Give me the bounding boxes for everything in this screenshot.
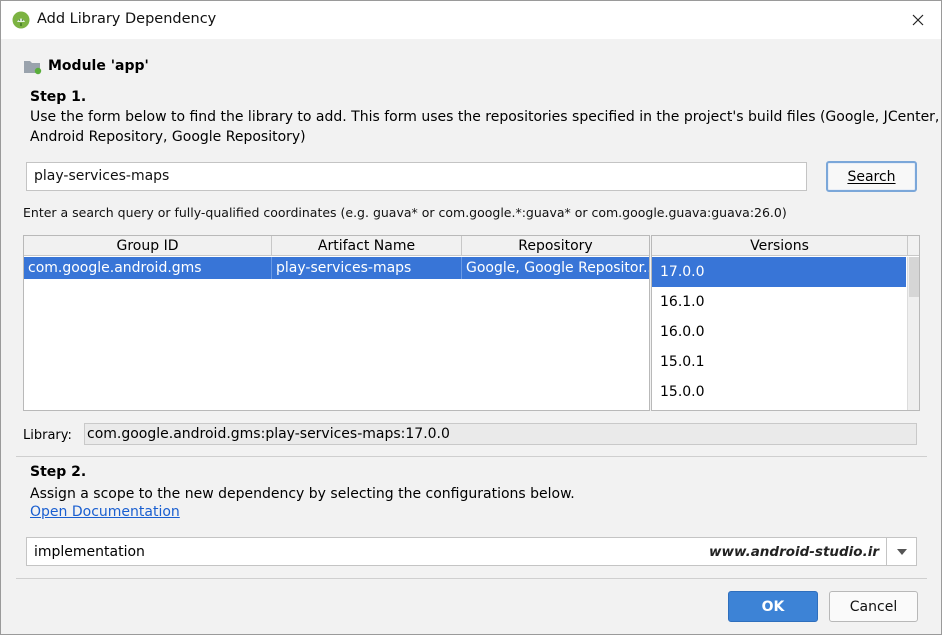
column-header-repository[interactable]: Repository — [462, 236, 649, 256]
search-hint: Enter a search query or fully-qualified … — [23, 205, 787, 220]
cell-artifact-name: play-services-maps — [272, 257, 462, 279]
module-label: Module 'app' — [48, 58, 149, 74]
column-header-group-id[interactable]: Group ID — [24, 236, 272, 256]
android-studio-icon — [12, 11, 30, 29]
window-title: Add Library Dependency — [37, 11, 217, 27]
footer-divider — [16, 578, 927, 579]
step1-description-line1: Use the form below to find the library t… — [30, 109, 940, 125]
scope-value: implementation — [34, 544, 145, 560]
scope-dropdown[interactable]: implementation www.android-studio.ir — [26, 537, 917, 566]
version-item[interactable]: 15.0.1 — [652, 347, 906, 377]
step2-title: Step 2. — [30, 464, 87, 480]
dialog-window: Add Library Dependency Module 'app' Step… — [0, 0, 942, 635]
library-label: Library: — [23, 428, 72, 443]
cell-repository: Google, Google Repositor... — [466, 260, 649, 276]
search-button-label: Search — [847, 168, 896, 185]
search-button[interactable]: Search — [826, 161, 917, 192]
step2-description: Assign a scope to the new dependency by … — [30, 486, 575, 502]
versions-header[interactable]: Versions — [652, 236, 907, 256]
results-table-header: Group ID Artifact Name Repository — [24, 236, 649, 256]
versions-scrollbar[interactable] — [907, 257, 919, 410]
cell-group-id: com.google.android.gms — [24, 257, 272, 279]
close-icon[interactable] — [903, 5, 933, 35]
chevron-down-icon[interactable] — [886, 538, 916, 565]
versions-header-corner — [907, 236, 919, 256]
versions-scrollbar-thumb[interactable] — [909, 257, 919, 297]
watermark-text: www.android-studio.ir — [709, 544, 879, 560]
version-item[interactable]: 17.0.0 — [652, 257, 906, 287]
version-item[interactable]: 15.0.0 — [652, 377, 906, 407]
ok-button[interactable]: OK — [728, 591, 818, 622]
column-header-artifact-name[interactable]: Artifact Name — [272, 236, 462, 256]
section-divider — [16, 456, 927, 457]
title-bar: Add Library Dependency — [1, 1, 941, 39]
search-input[interactable]: play-services-maps — [26, 162, 807, 191]
step1-title: Step 1. — [30, 89, 87, 105]
version-item[interactable]: 16.0.0 — [652, 317, 906, 347]
library-coordinates-field: com.google.android.gms:play-services-map… — [84, 423, 917, 445]
table-row[interactable]: com.google.android.gms play-services-map… — [24, 257, 649, 279]
open-documentation-link[interactable]: Open Documentation — [30, 504, 180, 520]
version-item[interactable]: 16.1.0 — [652, 287, 906, 317]
module-folder-icon — [23, 59, 43, 75]
step1-description-line2: Android Repository, Google Repository) — [30, 129, 306, 145]
results-table: Group ID Artifact Name Repository com.go… — [23, 235, 650, 411]
cancel-button[interactable]: Cancel — [829, 591, 918, 622]
versions-list: Versions 17.0.0 16.1.0 16.0.0 15.0.1 15.… — [651, 235, 920, 411]
